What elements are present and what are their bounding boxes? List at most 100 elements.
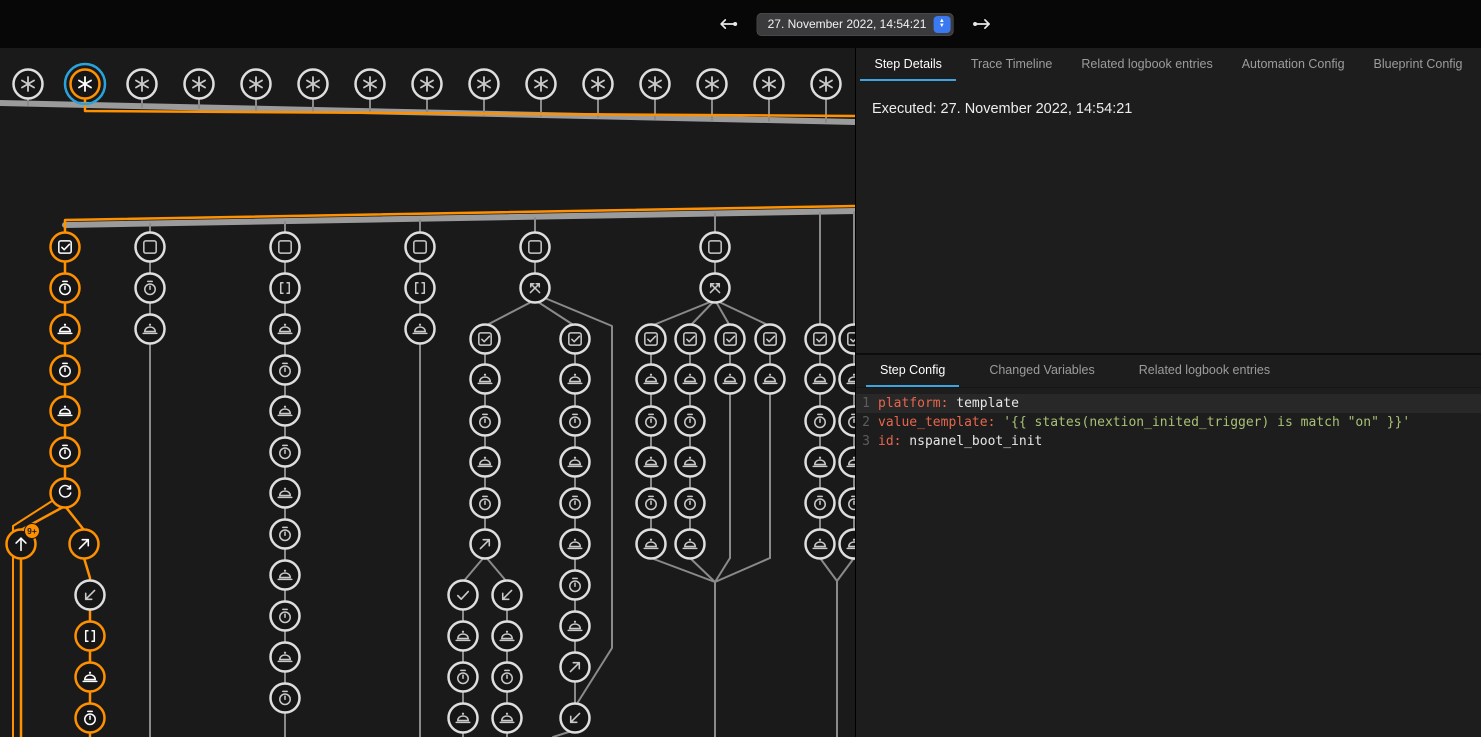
trace-node[interactable] (471, 325, 500, 354)
trace-node[interactable] (271, 438, 300, 467)
trace-node[interactable] (471, 448, 500, 477)
trace-node[interactable] (561, 448, 590, 477)
trace-node[interactable] (806, 407, 835, 436)
trace-node[interactable] (561, 571, 590, 600)
trace-node[interactable] (701, 233, 730, 262)
trace-node[interactable] (471, 407, 500, 436)
trace-node[interactable] (840, 530, 856, 559)
trace-node[interactable] (561, 653, 590, 682)
trace-node[interactable] (271, 602, 300, 631)
tab-related-logbook-entries[interactable]: Related logbook entries (1125, 355, 1284, 387)
trace-node[interactable] (806, 448, 835, 477)
trace-node[interactable] (637, 325, 666, 354)
trace-node[interactable] (185, 70, 214, 99)
trace-node[interactable] (271, 397, 300, 426)
trace-node[interactable] (561, 489, 590, 518)
trace-node[interactable] (637, 489, 666, 518)
trace-node[interactable] (641, 70, 670, 99)
trace-node[interactable] (449, 581, 478, 610)
trace-node[interactable] (51, 274, 80, 303)
trace-node[interactable] (76, 581, 105, 610)
trace-node[interactable] (14, 70, 43, 99)
trace-node[interactable] (242, 70, 271, 99)
trace-node[interactable] (493, 581, 522, 610)
trace-node[interactable] (51, 356, 80, 385)
trace-node[interactable] (471, 489, 500, 518)
trace-node[interactable] (271, 233, 300, 262)
trace-node[interactable] (755, 70, 784, 99)
trace-node[interactable] (676, 530, 705, 559)
trace-node[interactable] (756, 365, 785, 394)
trace-node[interactable] (449, 704, 478, 733)
trace-node[interactable] (51, 479, 80, 508)
trace-node[interactable] (271, 274, 300, 303)
trace-node[interactable] (406, 315, 435, 344)
trace-node[interactable] (470, 70, 499, 99)
run-select[interactable]: 27. November 2022, 14:54:21 ▲▼ (757, 13, 954, 36)
tab-related-logbook-entries[interactable]: Related logbook entries (1067, 48, 1226, 81)
trace-node[interactable] (449, 663, 478, 692)
trace-node[interactable] (493, 704, 522, 733)
trace-node[interactable] (676, 365, 705, 394)
trace-node[interactable] (136, 233, 165, 262)
tab-trace-timeline[interactable]: Trace Timeline (957, 48, 1067, 81)
trace-node[interactable] (701, 274, 730, 303)
trace-node[interactable] (806, 489, 835, 518)
tab-changed-variables[interactable]: Changed Variables (975, 355, 1108, 387)
trace-node[interactable] (51, 438, 80, 467)
trace-node[interactable] (493, 622, 522, 651)
trace-node[interactable] (413, 70, 442, 99)
trace-node[interactable] (76, 622, 105, 651)
tab-step-config[interactable]: Step Config (866, 355, 959, 387)
trace-node[interactable] (840, 448, 856, 477)
trace-node[interactable] (65, 64, 105, 104)
trace-node[interactable] (561, 530, 590, 559)
trace-node[interactable] (299, 70, 328, 99)
trace-node[interactable] (271, 684, 300, 713)
trace-node[interactable] (676, 407, 705, 436)
trace-node[interactable] (716, 365, 745, 394)
trace-node[interactable] (676, 325, 705, 354)
trace-node[interactable] (561, 365, 590, 394)
trace-node[interactable] (406, 233, 435, 262)
trace-node[interactable] (756, 325, 785, 354)
trace-node[interactable] (76, 704, 105, 733)
step-config-code[interactable]: 1platform: template2value_template: '{{ … (856, 394, 1481, 451)
trace-node[interactable] (561, 704, 590, 733)
trace-node[interactable] (271, 315, 300, 344)
trace-node[interactable] (637, 365, 666, 394)
trace-node[interactable] (584, 70, 613, 99)
trace-node[interactable] (812, 70, 841, 99)
previous-run-button[interactable] (715, 11, 741, 37)
trace-node[interactable] (637, 407, 666, 436)
trace-node[interactable] (493, 663, 522, 692)
trace-node[interactable] (128, 70, 157, 99)
trace-node[interactable] (840, 365, 856, 394)
trace-node[interactable] (51, 315, 80, 344)
trace-node[interactable] (521, 233, 550, 262)
trace-node[interactable] (271, 561, 300, 590)
trace-node[interactable] (698, 70, 727, 99)
trace-node[interactable] (271, 479, 300, 508)
trace-node[interactable] (716, 325, 745, 354)
trace-node[interactable] (806, 530, 835, 559)
trace-node[interactable] (676, 489, 705, 518)
trace-node[interactable] (471, 530, 500, 559)
trace-node[interactable] (136, 315, 165, 344)
trace-node[interactable] (76, 663, 105, 692)
trace-node[interactable] (840, 489, 856, 518)
trace-node[interactable] (561, 407, 590, 436)
trace-node[interactable] (406, 274, 435, 303)
trace-node[interactable] (471, 365, 500, 394)
tab-blueprint-config[interactable]: Blueprint Config (1360, 48, 1477, 81)
trace-node[interactable] (271, 356, 300, 385)
trace-node[interactable] (70, 530, 99, 559)
trace-node[interactable] (356, 70, 385, 99)
trace-node[interactable] (637, 448, 666, 477)
trace-node[interactable] (806, 325, 835, 354)
trace-node[interactable] (840, 407, 856, 436)
trace-node[interactable] (271, 643, 300, 672)
trace-node[interactable] (637, 530, 666, 559)
trace-node[interactable] (561, 612, 590, 641)
tab-automation-config[interactable]: Automation Config (1228, 48, 1359, 81)
